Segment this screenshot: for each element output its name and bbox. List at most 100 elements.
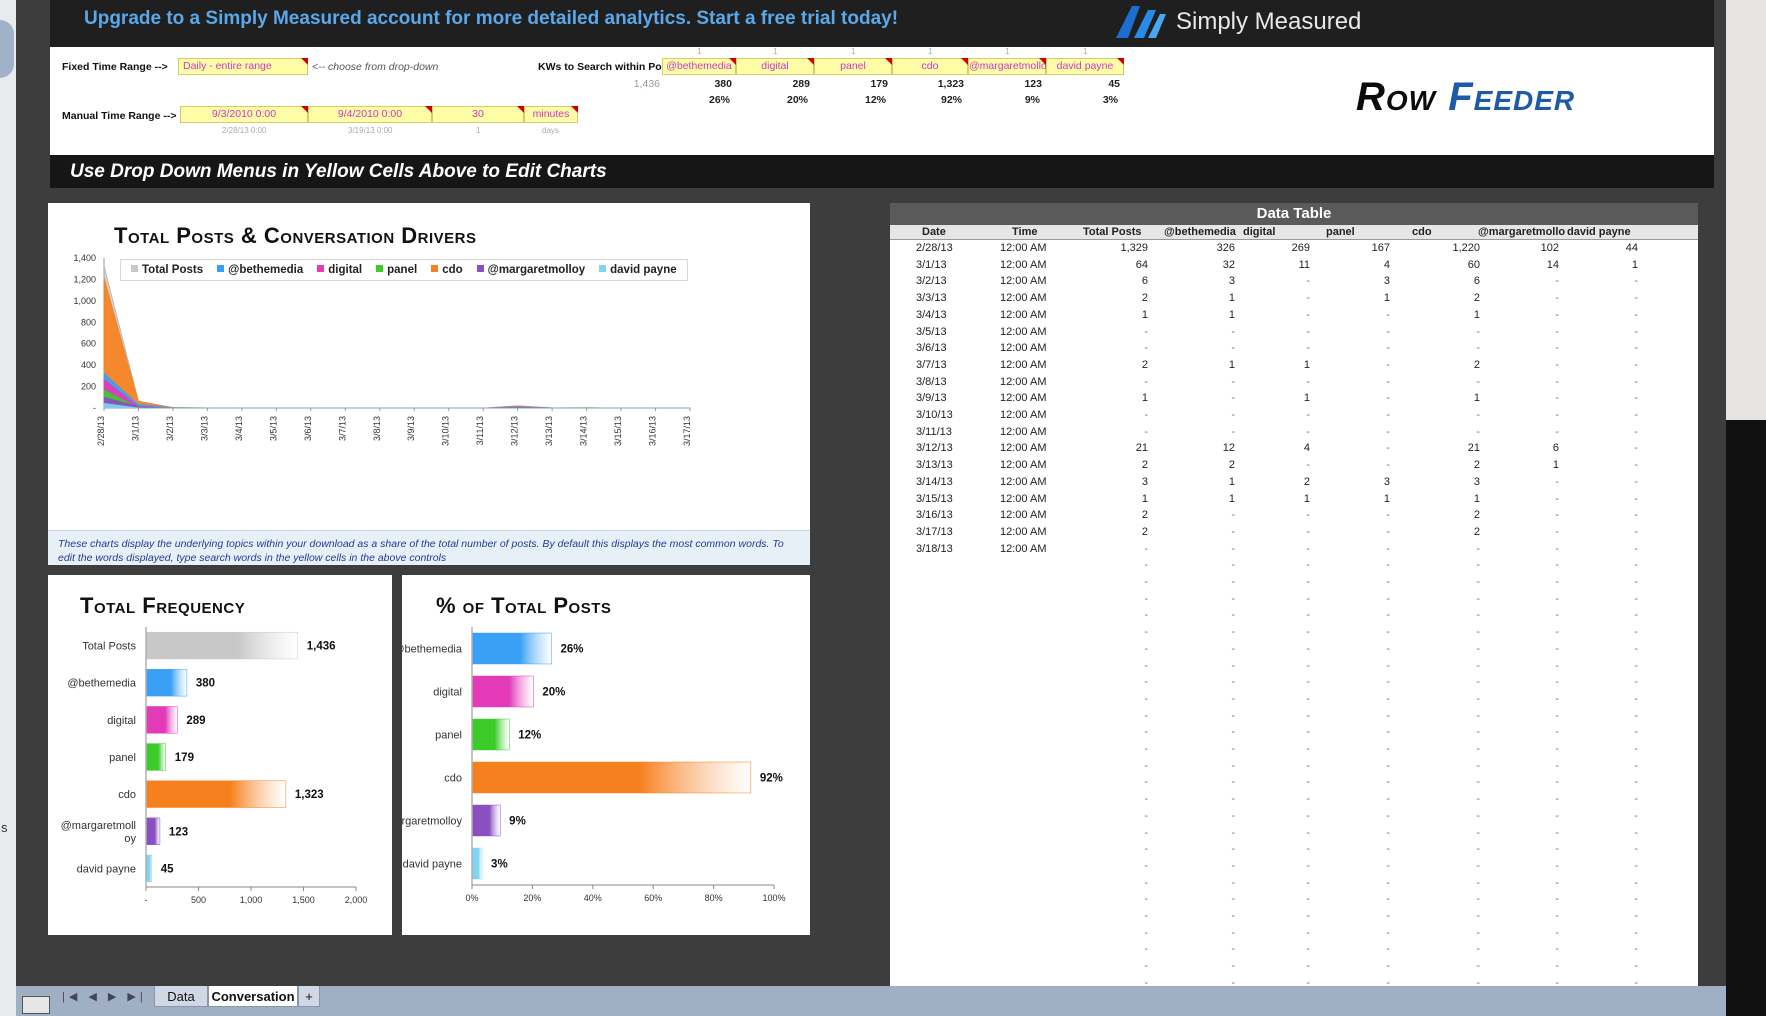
category-label: @bethemedia [402, 644, 463, 656]
bar [472, 761, 752, 794]
column-header[interactable]: Date [922, 226, 946, 238]
category-label: @bethemedia [67, 678, 137, 690]
table-cell: - [1144, 626, 1148, 639]
table-cell: 1 [1473, 308, 1480, 321]
manual-end-input[interactable]: 9/4/2010 0:00 [308, 106, 432, 123]
table-cell: 2 [1473, 525, 1480, 538]
keyword-input[interactable]: @bethemedia [662, 58, 736, 75]
table-row: 3/6/13 12:00 AM - - - - - - - [890, 341, 1698, 358]
table-cell: 12:00 AM [1000, 459, 1047, 472]
table-row: ------- [890, 842, 1698, 859]
column-header[interactable]: Time [1012, 226, 1037, 238]
column-header[interactable]: @bethemedia [1164, 226, 1236, 238]
table-cell: - [1306, 843, 1310, 856]
table-cell: - [1306, 542, 1310, 555]
table-cell: 2 [1141, 358, 1148, 371]
table-cell: - [1144, 893, 1148, 906]
table-row: 3/7/13 12:00 AM 2 1 1 - 2 - - [890, 358, 1698, 375]
column-header[interactable]: Total Posts [1083, 226, 1141, 238]
manual-unit-dropdown[interactable]: minutes [524, 106, 578, 123]
table-cell: - [1306, 743, 1310, 755]
table-cell: - [1386, 609, 1390, 622]
keyword-input[interactable]: david payne [1046, 58, 1124, 75]
column-header[interactable]: digital [1243, 226, 1275, 238]
data-label: 1,436 [307, 641, 336, 653]
table-row: ------- [890, 959, 1698, 976]
table-cell: - [1476, 592, 1480, 605]
x-tick-label: 100% [762, 893, 785, 903]
table-cell: - [1306, 676, 1310, 689]
table-row: 3/14/13 12:00 AM 3 1 2 3 3 - - [890, 475, 1698, 492]
upgrade-link[interactable]: Upgrade to a Simply Measured account for… [84, 8, 898, 30]
table-cell: - [1386, 793, 1390, 806]
table-cell: - [1306, 509, 1310, 522]
table-cell: - [1634, 709, 1638, 722]
column-header[interactable]: david payne [1567, 226, 1631, 238]
x-tick-label: - [145, 895, 148, 905]
table-cell: 3/12/13 [916, 442, 953, 455]
upgrade-banner[interactable]: Upgrade to a Simply Measured account for… [50, 0, 1714, 47]
table-cell: - [1555, 843, 1559, 856]
table-cell: - [1386, 893, 1390, 906]
table-cell: - [1144, 793, 1148, 806]
table-row: ------- [890, 809, 1698, 826]
tab-data[interactable]: Data [154, 986, 208, 1007]
desktop-left-edge: s [0, 0, 16, 1016]
table-cell: 12:00 AM [1000, 525, 1047, 538]
table-cell: - [1555, 809, 1559, 822]
keyword-input[interactable]: panel [814, 58, 892, 75]
table-cell: 1,329 [1120, 242, 1148, 254]
table-cell: - [1634, 308, 1638, 321]
keyword-input[interactable]: digital [736, 58, 814, 75]
table-cell: - [1634, 626, 1638, 639]
percent-posts-chart: % of Total Posts 0%20%40%60%80%100%@beth… [402, 575, 810, 935]
table-cell: - [1634, 659, 1638, 672]
table-cell: 3/5/13 [916, 325, 947, 338]
table-cell: - [1555, 960, 1559, 973]
table-row: ------- [890, 759, 1698, 776]
table-cell: - [1231, 642, 1235, 655]
table-cell: - [1306, 592, 1310, 605]
table-cell: - [1144, 342, 1148, 355]
table-cell: 269 [1291, 242, 1310, 254]
category-label: david payne [77, 863, 136, 875]
x-tick-label: 40% [584, 893, 602, 903]
table-cell: - [1386, 592, 1390, 605]
table-cell: - [1634, 342, 1638, 355]
add-sheet-button[interactable]: + [298, 986, 320, 1007]
table-cell: - [1476, 609, 1480, 622]
table-cell: - [1555, 642, 1559, 655]
fixed-range-dropdown[interactable]: Daily - entire range [178, 58, 308, 75]
table-cell: - [1306, 626, 1310, 639]
table-cell: 3/7/13 [916, 358, 947, 371]
table-cell: - [1634, 876, 1638, 889]
column-header[interactable]: @margaretmollo [1478, 226, 1565, 238]
table-cell: - [1555, 576, 1559, 588]
table-cell: - [1306, 876, 1310, 889]
tab-conversation[interactable]: Conversation [208, 986, 298, 1007]
keyword-input[interactable]: @margaretmolloy [968, 58, 1052, 75]
table-cell: - [1306, 342, 1310, 355]
manual-amount-input[interactable]: 30 [432, 106, 524, 123]
column-header[interactable]: cdo [1412, 226, 1432, 238]
data-table-header: Date Time Total Posts @bethemedia digital pan… [890, 225, 1698, 240]
manual-start-input[interactable]: 9/3/2010 0:00 [180, 106, 308, 123]
table-cell: - [1306, 659, 1310, 672]
column-header[interactable]: panel [1326, 226, 1355, 238]
sheet-nav-arrows[interactable]: |◀ ◀ ▶ ▶| [62, 990, 147, 1003]
table-row: 3/1/13 12:00 AM 64 32 11 4 60 14 1 [890, 258, 1698, 275]
table-cell: 2 [1473, 358, 1480, 371]
x-tick-label: 1,000 [240, 895, 263, 905]
table-cell: - [1144, 325, 1148, 338]
keyword-input[interactable]: cdo [892, 58, 968, 75]
table-cell: - [1555, 392, 1559, 405]
sheet-grid-icon[interactable] [22, 996, 50, 1014]
table-cell: 1 [1473, 492, 1480, 505]
table-cell: 2 [1141, 459, 1148, 472]
table-cell: - [1306, 826, 1310, 839]
table-cell: - [1231, 843, 1235, 856]
table-cell: - [1386, 576, 1390, 588]
table-cell: - [1555, 609, 1559, 622]
data-label: 26% [561, 644, 584, 656]
table-cell: - [1634, 542, 1638, 555]
